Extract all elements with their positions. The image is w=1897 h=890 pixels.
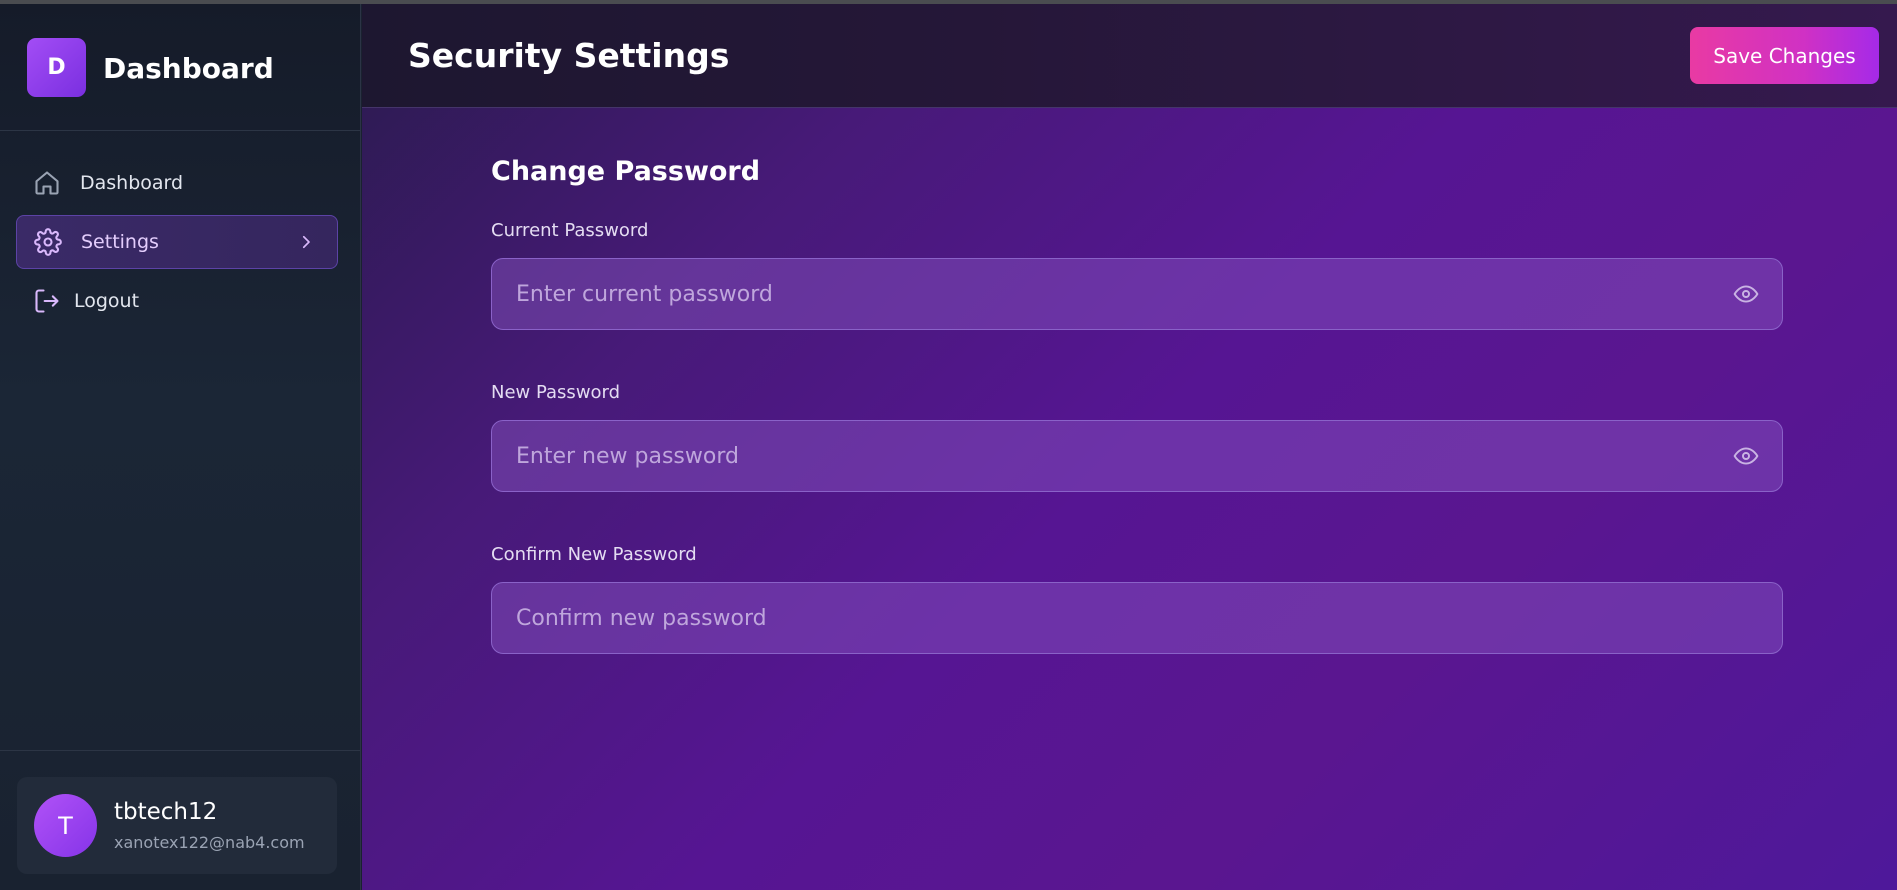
sidebar-item-settings[interactable]: Settings	[16, 215, 338, 269]
eye-icon[interactable]	[1731, 281, 1761, 307]
change-password-form: Change Password Current Password New Pas…	[491, 156, 1783, 700]
current-password-label: Current Password	[491, 220, 649, 241]
main-content: Security Settings Save Changes Change Pa…	[362, 4, 1897, 890]
current-password-input[interactable]	[491, 258, 1783, 330]
new-password-label: New Password	[491, 382, 621, 403]
new-password-input[interactable]	[491, 420, 1783, 492]
brand-title: Dashboard	[103, 52, 274, 85]
confirm-password-label: Confirm New Password	[491, 544, 697, 565]
section-title: Change Password	[491, 156, 761, 187]
avatar: T	[34, 794, 97, 857]
home-icon	[32, 168, 62, 198]
user-name: tbtech12	[114, 799, 218, 825]
brand-logo: D	[27, 38, 86, 97]
sidebar-footer: T tbtech12 xanotex122@nab4.com	[0, 750, 360, 890]
sidebar: D Dashboard Dashboard Settings Logout T …	[0, 4, 361, 890]
sidebar-item-label: Settings	[81, 231, 159, 253]
confirm-password-input[interactable]	[491, 582, 1783, 654]
confirm-password-group	[491, 582, 1783, 654]
sidebar-item-label: Dashboard	[80, 172, 184, 194]
current-password-group	[491, 258, 1783, 330]
page-header: Security Settings Save Changes	[362, 4, 1897, 108]
user-email: xanotex122@nab4.com	[114, 833, 305, 852]
chevron-right-icon	[297, 233, 315, 255]
eye-icon[interactable]	[1731, 443, 1761, 469]
sidebar-nav: Dashboard Settings Logout	[16, 156, 338, 333]
new-password-group	[491, 420, 1783, 492]
gear-icon	[33, 227, 63, 257]
sidebar-item-label: Logout	[74, 290, 140, 312]
brand: D Dashboard	[0, 4, 360, 131]
sidebar-item-dashboard[interactable]: Dashboard	[16, 156, 338, 210]
page-title: Security Settings	[408, 36, 730, 75]
save-changes-button[interactable]: Save Changes	[1690, 27, 1879, 84]
sidebar-item-logout[interactable]: Logout	[16, 274, 338, 328]
user-card[interactable]: T tbtech12 xanotex122@nab4.com	[17, 777, 337, 874]
logout-icon	[32, 286, 62, 316]
